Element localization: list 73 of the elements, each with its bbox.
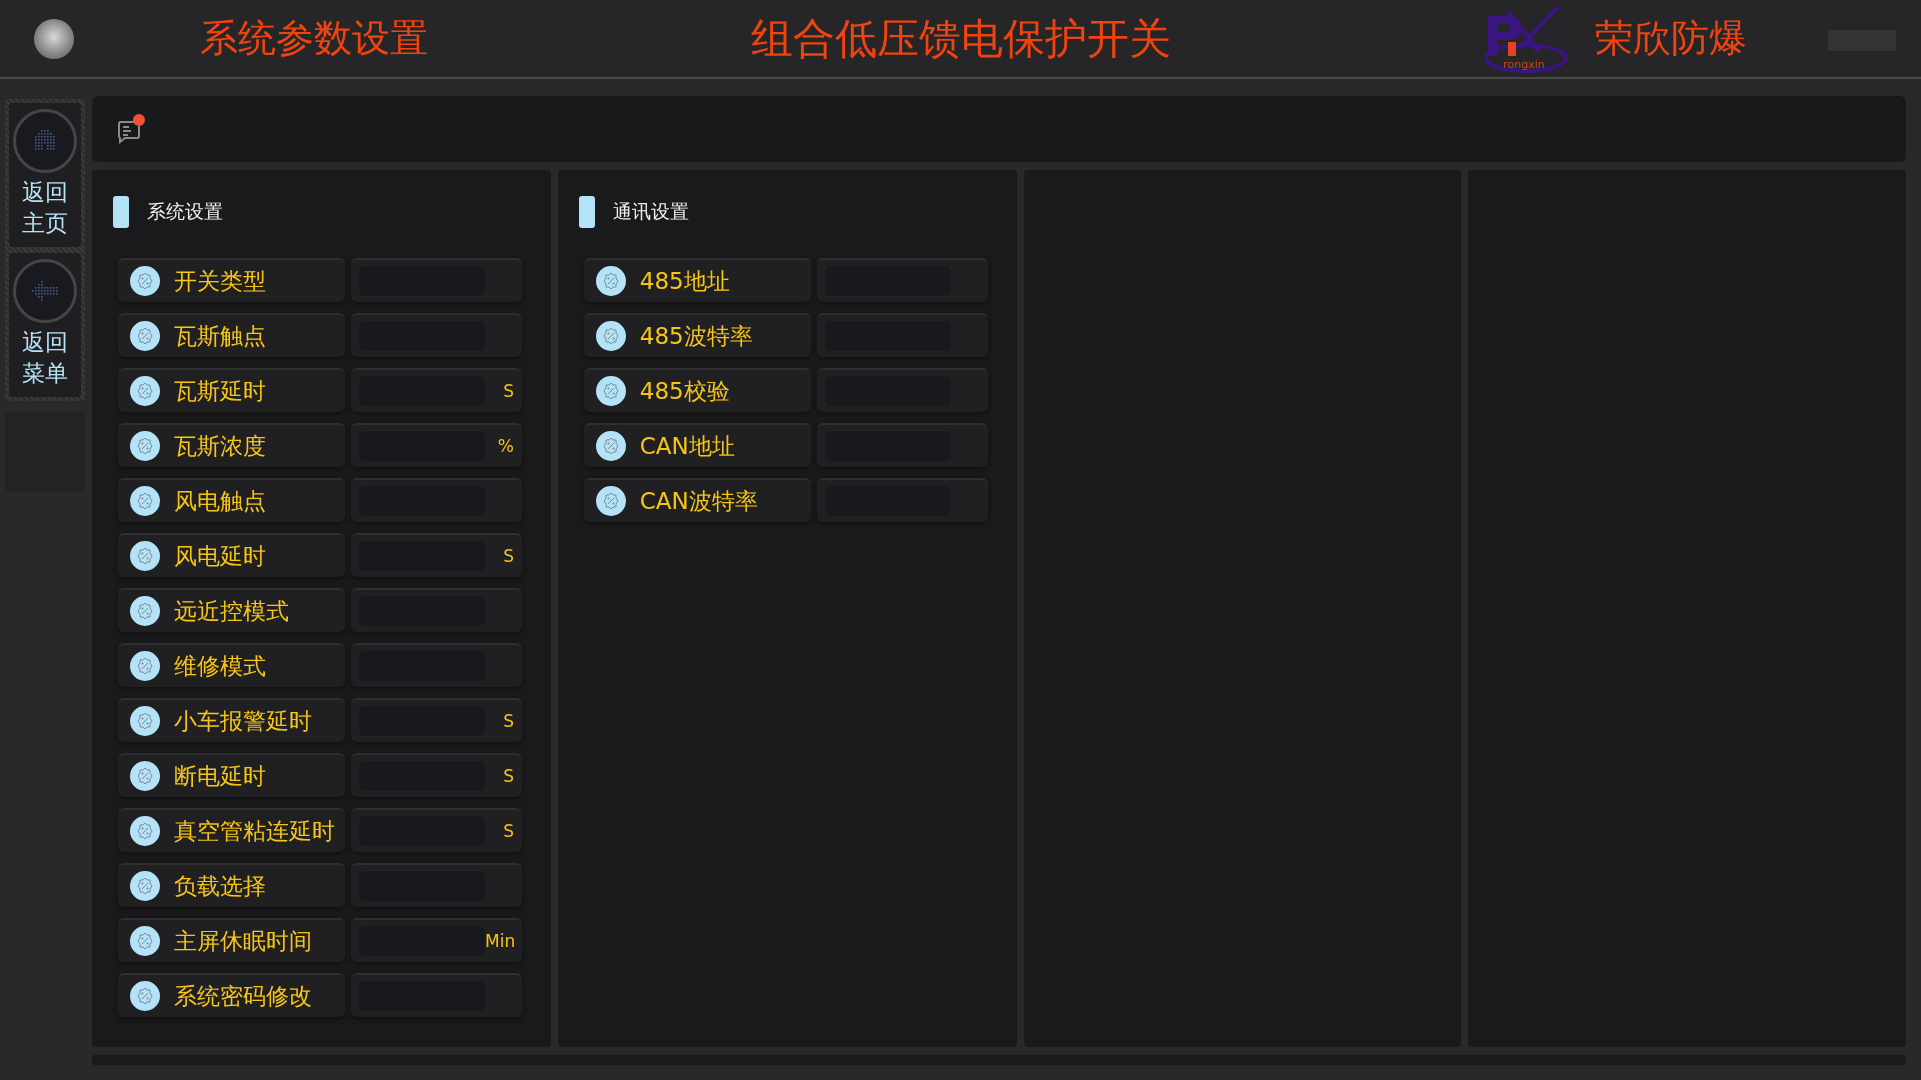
value-field[interactable] — [816, 258, 988, 302]
setting-label[interactable]: 小车报警延时 — [118, 698, 345, 742]
value-field[interactable] — [351, 313, 522, 357]
badge-percent-icon — [130, 706, 160, 736]
setting-label[interactable]: 风电延时 — [118, 533, 345, 577]
setting-label[interactable]: 主屏休眠时间 — [118, 918, 345, 962]
badge-percent-icon — [130, 871, 160, 901]
value-field[interactable]: S — [351, 698, 522, 742]
setting-label[interactable]: 负载选择 — [118, 863, 345, 907]
setting-label[interactable]: 真空管粘连延时 — [118, 808, 345, 852]
unit-label: S — [503, 381, 514, 401]
unit-label: S — [503, 766, 514, 786]
value-field[interactable] — [351, 863, 522, 907]
badge-percent-icon — [130, 926, 160, 956]
setting-label[interactable]: 485校验 — [583, 368, 811, 412]
unit-label: S — [503, 711, 514, 731]
setting-label[interactable]: 远近控模式 — [118, 588, 345, 632]
setting-label[interactable]: 瓦斯浓度 — [118, 423, 345, 467]
badge-percent-icon — [130, 596, 160, 626]
status-light — [34, 18, 74, 59]
badge-percent-icon — [595, 486, 626, 516]
section-title: 系统设置 — [147, 199, 223, 224]
badge-percent-icon — [130, 816, 160, 846]
setting-label[interactable]: 瓦斯触点 — [118, 313, 345, 357]
setting-label[interactable]: 系统密码修改 — [118, 973, 345, 1017]
value-field[interactable]: S — [351, 753, 522, 797]
badge-percent-icon — [595, 266, 626, 296]
badge-percent-icon — [130, 266, 160, 296]
section-title: 通讯设置 — [612, 199, 689, 224]
page-title: 系统参数设置 — [200, 15, 428, 62]
unit-label: % — [497, 436, 514, 456]
setting-label[interactable]: 断电延时 — [118, 753, 345, 797]
setting-label[interactable]: 485波特率 — [583, 313, 811, 357]
value-field[interactable] — [351, 643, 522, 687]
value-field[interactable] — [351, 588, 522, 632]
badge-percent-icon — [130, 541, 160, 571]
unit-label: S — [503, 546, 514, 566]
badge-percent-icon — [595, 321, 626, 351]
setting-label[interactable]: 485地址 — [583, 258, 811, 302]
value-field[interactable] — [816, 423, 988, 467]
value-field[interactable]: % — [351, 423, 522, 467]
value-field[interactable]: S — [351, 533, 522, 577]
brand-name: 荣欣防爆 — [1595, 15, 1747, 62]
value-field[interactable] — [351, 973, 522, 1017]
unit-label: S — [503, 821, 514, 841]
logo: rongxin — [1480, 6, 1572, 74]
value-field[interactable] — [351, 258, 522, 302]
setting-label[interactable]: CAN波特率 — [583, 478, 811, 522]
section-marker — [578, 196, 595, 228]
value-field[interactable] — [351, 478, 522, 522]
value-field[interactable] — [816, 478, 988, 522]
setting-label[interactable]: 瓦斯延时 — [118, 368, 345, 412]
value-field[interactable]: S — [351, 808, 522, 852]
value-field[interactable] — [816, 368, 988, 412]
setting-label[interactable]: 维修模式 — [118, 643, 345, 687]
badge-percent-icon — [130, 651, 160, 681]
value-field[interactable]: Min — [351, 918, 522, 962]
badge-percent-icon — [130, 321, 160, 351]
section-marker — [113, 196, 129, 228]
badge-percent-icon — [595, 376, 626, 406]
badge-percent-icon — [130, 981, 160, 1011]
badge-percent-icon — [130, 761, 160, 791]
badge-percent-icon — [595, 431, 626, 461]
value-field[interactable] — [816, 313, 988, 357]
badge-percent-icon — [130, 486, 160, 516]
unit-label: Min — [485, 931, 516, 951]
device-title: 组合低压馈电保护开关 — [750, 12, 1171, 65]
badge-percent-icon — [130, 431, 160, 461]
setting-label[interactable]: CAN地址 — [583, 423, 811, 467]
setting-label[interactable]: 开关类型 — [118, 258, 345, 302]
setting-label[interactable]: 风电触点 — [118, 478, 345, 522]
badge-percent-icon — [130, 376, 160, 406]
value-field[interactable]: S — [351, 368, 522, 412]
